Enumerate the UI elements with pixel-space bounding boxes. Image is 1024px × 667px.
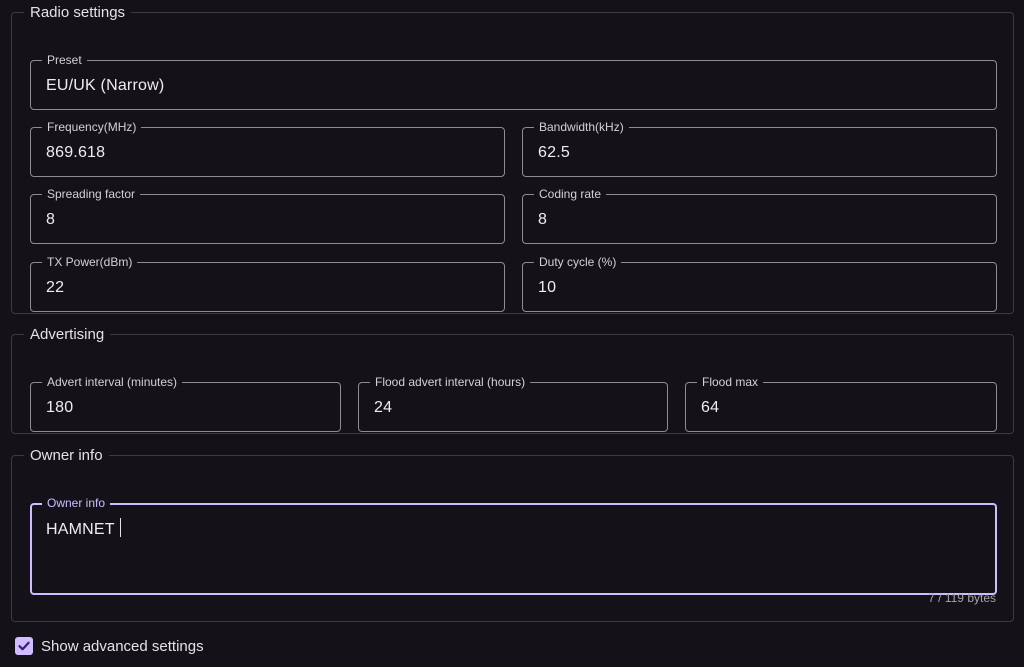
advert-interval-value: 180 <box>46 399 74 416</box>
owner-info-section: Owner info Owner info HAMNET 7 / 119 byt… <box>11 447 1014 622</box>
advanced-checkbox-label: Show advanced settings <box>41 637 204 655</box>
owner-info-textarea[interactable]: Owner info HAMNET <box>30 496 997 595</box>
frequency-field[interactable]: Frequency(MHz) 869.618 <box>30 120 505 177</box>
spreading-factor-value: 8 <box>46 211 56 228</box>
flood-advert-interval-value: 24 <box>374 399 393 416</box>
spreading-factor-field[interactable]: Spreading factor 8 <box>30 187 505 244</box>
tx-power-label: TX Power(dBm) <box>42 255 138 269</box>
advertising-section: Advertising Advert interval (minutes) 18… <box>11 326 1014 434</box>
flood-max-value: 64 <box>701 399 720 416</box>
text-cursor <box>119 518 121 537</box>
owner-info-value: HAMNET <box>46 518 121 540</box>
radio-settings-section: Radio settings Preset EU/UK (Narrow) Fre… <box>11 4 1014 314</box>
coding-rate-field[interactable]: Coding rate 8 <box>522 187 997 244</box>
advert-interval-field[interactable]: Advert interval (minutes) 180 <box>30 375 341 432</box>
owner-info-text: HAMNET <box>46 521 115 538</box>
radio-settings-title: Radio settings <box>30 4 126 21</box>
flood-advert-interval-label: Flood advert interval (hours) <box>370 375 531 389</box>
advert-interval-label: Advert interval (minutes) <box>42 375 183 389</box>
frequency-value: 869.618 <box>46 144 106 161</box>
checkmark-icon <box>18 641 30 651</box>
preset-value: EU/UK (Narrow) <box>46 77 165 94</box>
show-advanced-settings[interactable]: Show advanced settings <box>15 636 204 656</box>
bandwidth-field[interactable]: Bandwidth(kHz) 62.5 <box>522 120 997 177</box>
duty-cycle-label: Duty cycle (%) <box>534 255 622 269</box>
tx-power-value: 22 <box>46 279 65 296</box>
bandwidth-label: Bandwidth(kHz) <box>534 120 629 134</box>
duty-cycle-field[interactable]: Duty cycle (%) 10 <box>522 255 997 312</box>
spreading-factor-label: Spreading factor <box>42 187 141 201</box>
flood-max-label: Flood max <box>697 375 764 389</box>
coding-rate-label: Coding rate <box>534 187 607 201</box>
coding-rate-value: 8 <box>538 211 548 228</box>
owner-info-title: Owner info <box>30 447 103 464</box>
preset-select[interactable]: Preset EU/UK (Narrow) <box>30 53 997 110</box>
flood-max-field[interactable]: Flood max 64 <box>685 375 997 432</box>
advanced-checkbox[interactable] <box>15 637 33 655</box>
tx-power-field[interactable]: TX Power(dBm) 22 <box>30 255 505 312</box>
byte-counter: 7 / 119 bytes <box>928 591 996 605</box>
frequency-label: Frequency(MHz) <box>42 120 142 134</box>
advertising-title: Advertising <box>30 326 105 343</box>
duty-cycle-value: 10 <box>538 279 557 296</box>
owner-info-label: Owner info <box>42 496 111 510</box>
flood-advert-interval-field[interactable]: Flood advert interval (hours) 24 <box>358 375 668 432</box>
preset-label: Preset <box>42 53 87 67</box>
bandwidth-value: 62.5 <box>538 144 570 161</box>
